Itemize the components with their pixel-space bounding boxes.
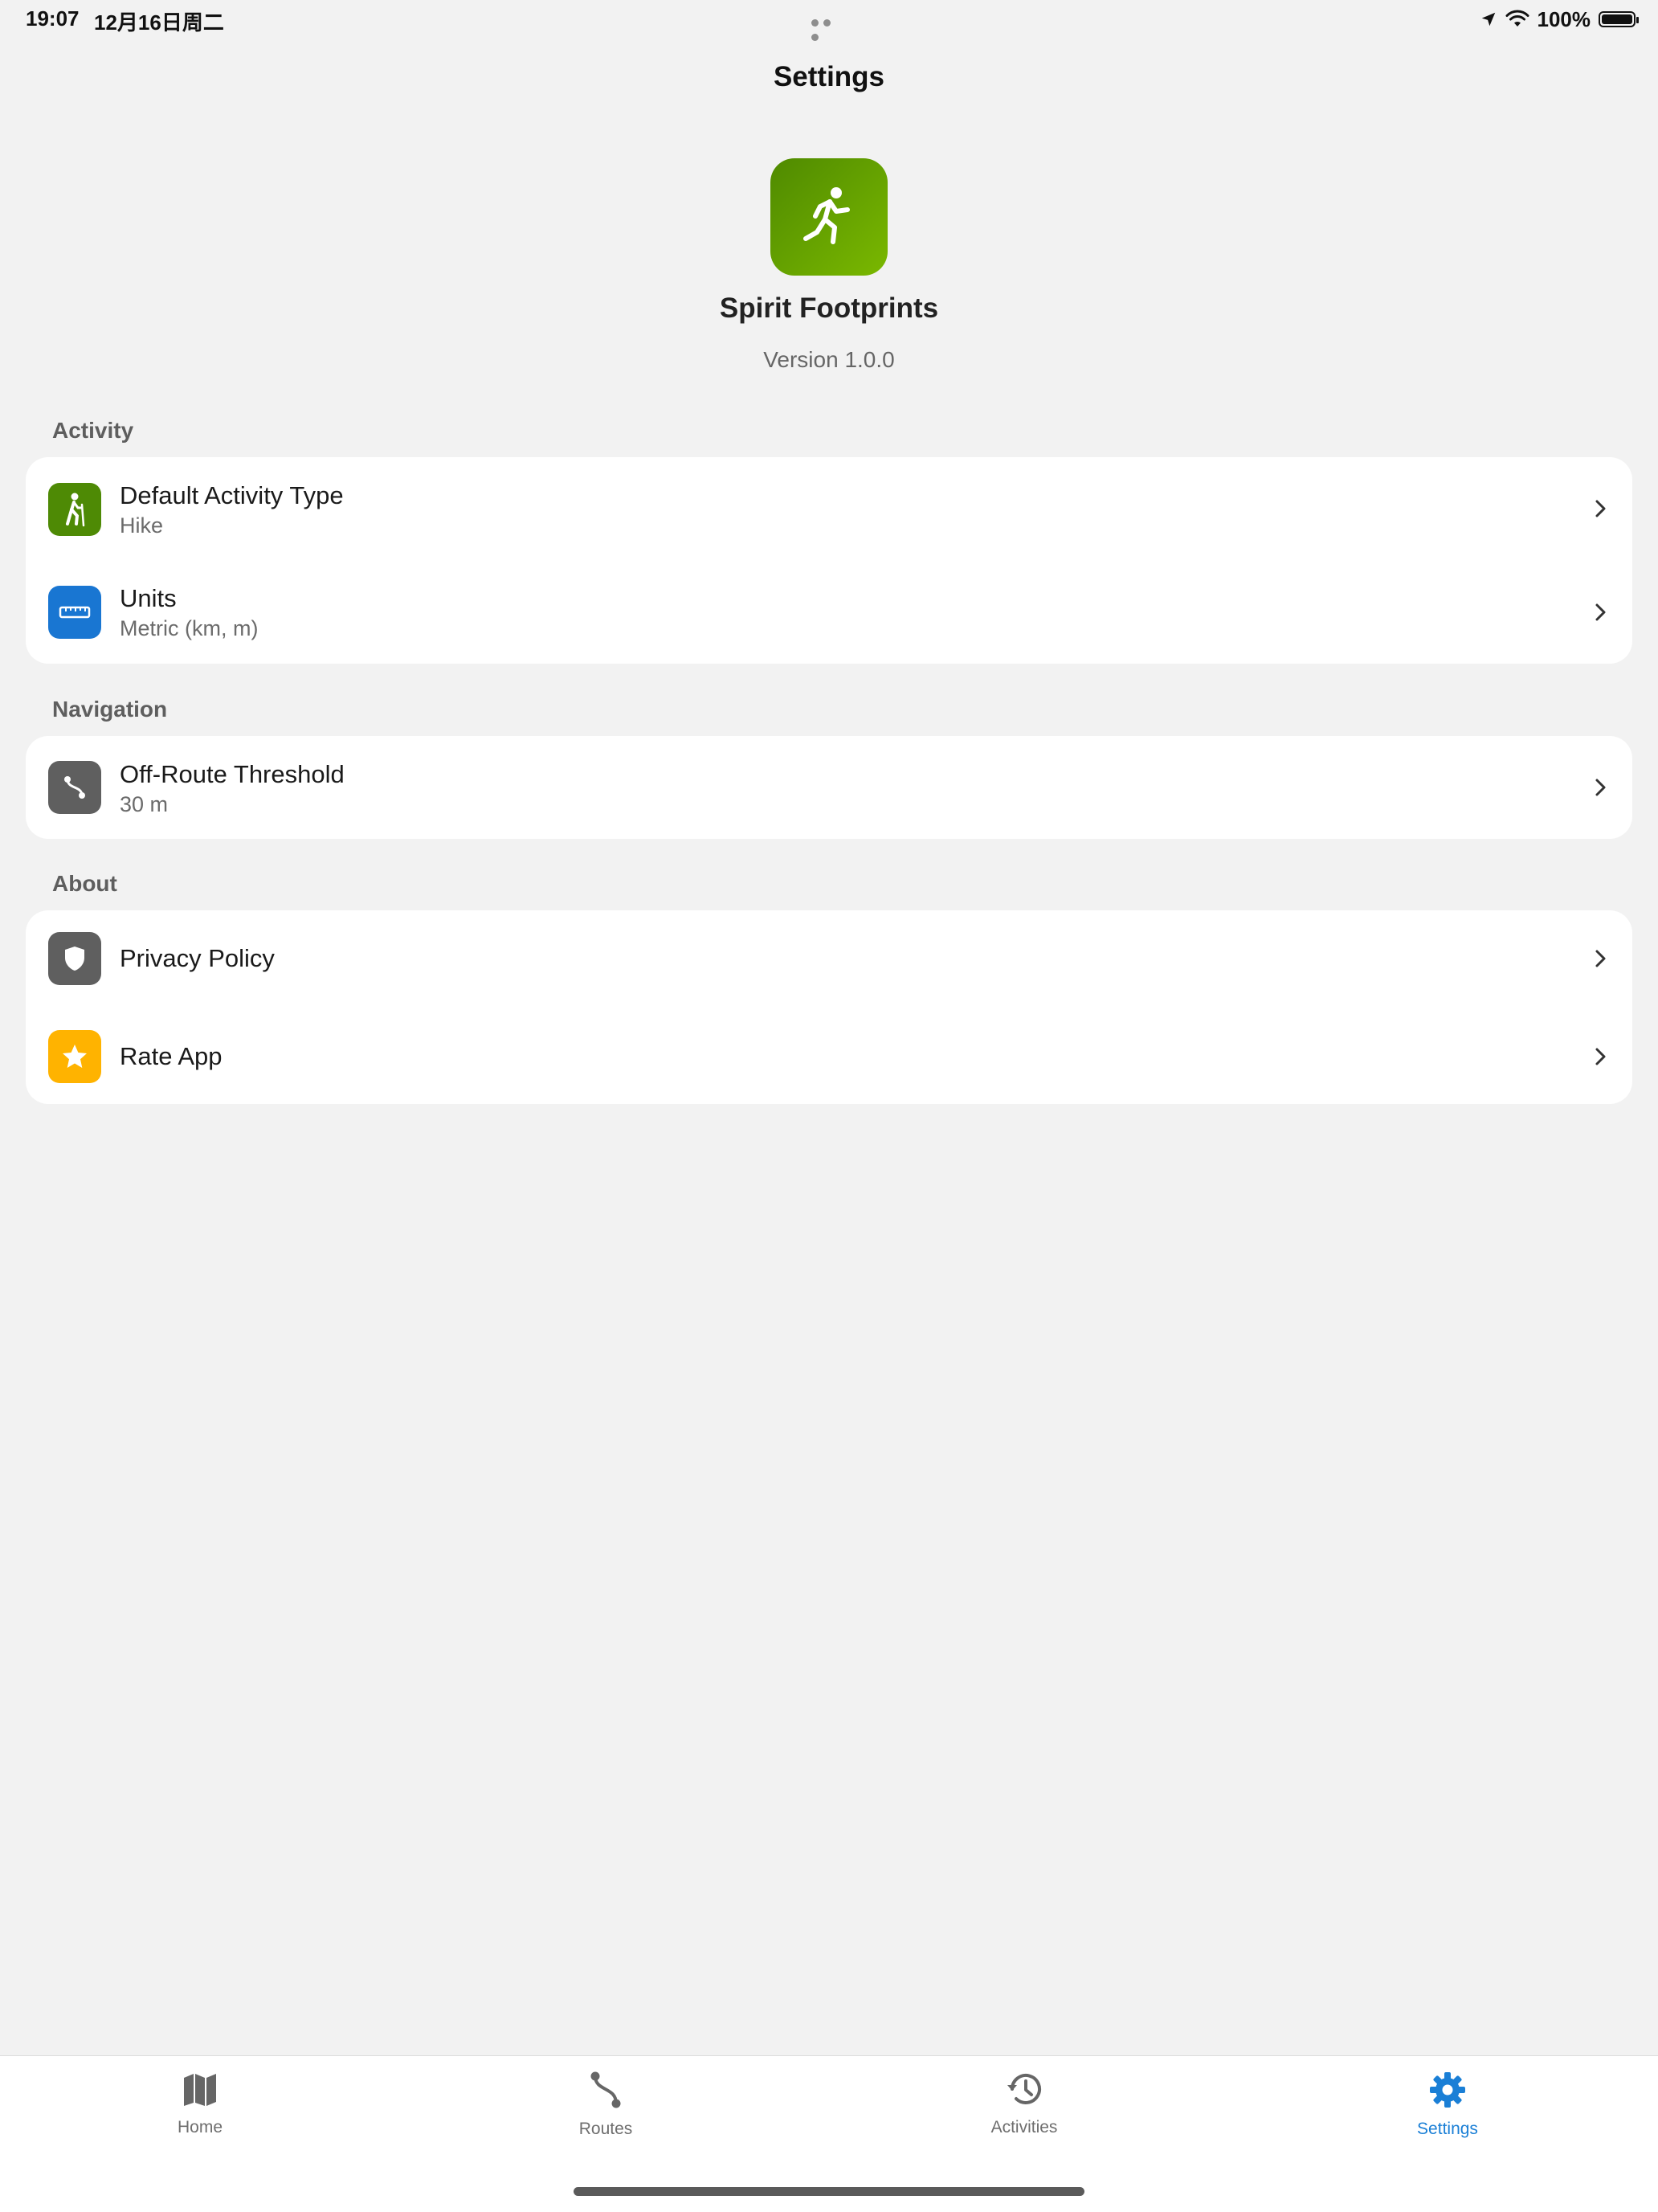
section-header-navigation: Navigation [52, 697, 168, 722]
hiking-icon [48, 483, 101, 536]
row-title: Default Activity Type [120, 481, 344, 509]
rate-app-row[interactable]: Rate App [26, 1007, 1632, 1104]
location-arrow-icon [1481, 12, 1495, 27]
units-row[interactable]: Units Metric (km, m) [26, 560, 1632, 664]
route-icon [590, 2071, 621, 2108]
tab-activities[interactable]: Activities [944, 2071, 1105, 2137]
map-icon [184, 2074, 216, 2106]
status-indicators: 100% [1480, 5, 1639, 34]
row-value: Metric (km, m) [120, 616, 259, 640]
row-title: Rate App [120, 1042, 223, 1070]
row-title: Privacy Policy [120, 944, 275, 972]
status-date: 12月16日周二 [94, 10, 224, 35]
page-title: Settings [773, 61, 885, 92]
section-header-about: About [52, 871, 117, 896]
privacy-policy-row[interactable]: Privacy Policy [26, 910, 1632, 1007]
multitasking-dots-icon[interactable] [811, 16, 847, 41]
tab-settings[interactable]: Settings [1367, 2071, 1528, 2139]
tab-home[interactable]: Home [120, 2071, 280, 2137]
row-title: Units [120, 584, 177, 612]
battery-percentage: 100% [1537, 6, 1591, 31]
row-title: Off-Route Threshold [120, 760, 345, 788]
default-activity-type-row[interactable]: Default Activity Type Hike [26, 457, 1632, 560]
status-time: 19:07 [26, 6, 80, 31]
tab-label: Settings [1417, 2120, 1478, 2138]
tab-label: Activities [990, 2118, 1058, 2136]
chevron-right-icon [1595, 603, 1606, 621]
star-icon [48, 1030, 101, 1083]
shield-icon [48, 932, 101, 985]
section-header-activity: Activity [52, 418, 134, 443]
about-settings-group: Privacy Policy Rate App [26, 910, 1632, 1104]
app-version: Version 1.0.0 [763, 347, 895, 372]
battery-icon [1599, 11, 1639, 27]
runner-icon [803, 187, 850, 244]
tab-label: Home [177, 2118, 223, 2136]
history-icon [1007, 2073, 1041, 2104]
chevron-right-icon [1595, 500, 1606, 517]
tab-label: Routes [578, 2120, 633, 2138]
navigation-settings-group: Off-Route Threshold 30 m [26, 736, 1632, 839]
wifi-icon [1505, 10, 1529, 27]
app-logo [770, 158, 888, 276]
app-name: Spirit Footprints [719, 292, 939, 324]
chevron-right-icon [1595, 950, 1606, 967]
off-route-threshold-row[interactable]: Off-Route Threshold 30 m [26, 736, 1632, 839]
ruler-icon [48, 586, 101, 639]
home-indicator[interactable] [574, 2187, 1084, 2196]
row-value: 30 m [120, 792, 169, 816]
tab-routes[interactable]: Routes [525, 2071, 686, 2139]
chevron-right-icon [1595, 1048, 1606, 1065]
route-icon [48, 761, 101, 814]
chevron-right-icon [1595, 779, 1606, 796]
row-value: Hike [120, 513, 164, 538]
gear-icon [1430, 2072, 1465, 2108]
activity-settings-group: Default Activity Type Hike Units Metric … [26, 457, 1632, 664]
